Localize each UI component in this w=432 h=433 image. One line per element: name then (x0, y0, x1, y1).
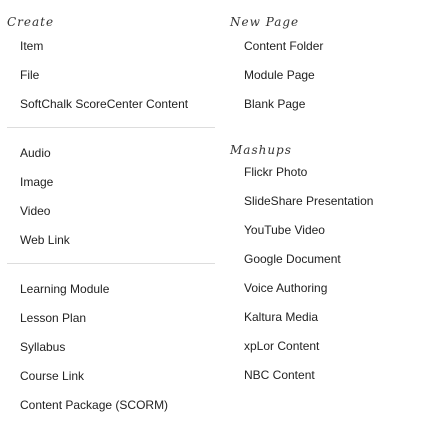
menu-item-learning-module[interactable]: Learning Module (0, 280, 230, 309)
menu-item-softchalk-scorecenter-content[interactable]: SoftChalk ScoreCenter Content (0, 95, 230, 124)
build-content-menu: Create Item File SoftChalk ScoreCenter C… (0, 0, 432, 433)
menu-item-blank-page[interactable]: Blank Page (225, 95, 432, 124)
menu-item-course-link[interactable]: Course Link (0, 367, 230, 396)
divider (7, 263, 215, 264)
menu-item-file[interactable]: File (0, 66, 230, 95)
create-column: Create Item File SoftChalk ScoreCenter C… (0, 0, 230, 425)
menu-item-slideshare-presentation[interactable]: SlideShare Presentation (225, 192, 432, 221)
menu-item-web-link[interactable]: Web Link (0, 231, 230, 260)
menu-item-kaltura-media[interactable]: Kaltura Media (225, 308, 432, 337)
menu-item-audio[interactable]: Audio (0, 144, 230, 173)
menu-item-xplor-content[interactable]: xpLor Content (225, 337, 432, 366)
mashups-heading: Mashups (230, 143, 292, 157)
new-page-heading: New Page (230, 15, 300, 29)
menu-item-nbc-content[interactable]: NBC Content (225, 366, 432, 395)
menu-item-voice-authoring[interactable]: Voice Authoring (225, 279, 432, 308)
divider (7, 127, 215, 128)
menu-item-video[interactable]: Video (0, 202, 230, 231)
menu-item-image[interactable]: Image (0, 173, 230, 202)
menu-item-item[interactable]: Item (0, 37, 230, 66)
menu-item-flickr-photo[interactable]: Flickr Photo (225, 163, 432, 192)
create-heading: Create (7, 15, 55, 29)
menu-item-lesson-plan[interactable]: Lesson Plan (0, 309, 230, 338)
menu-item-google-document[interactable]: Google Document (225, 250, 432, 279)
menu-item-content-package-scorm[interactable]: Content Package (SCORM) (0, 396, 230, 425)
menu-item-syllabus[interactable]: Syllabus (0, 338, 230, 367)
new-page-column: New Page Content Folder Module Page Blan… (225, 0, 432, 395)
menu-item-youtube-video[interactable]: YouTube Video (225, 221, 432, 250)
menu-item-module-page[interactable]: Module Page (225, 66, 432, 95)
menu-item-content-folder[interactable]: Content Folder (225, 37, 432, 66)
